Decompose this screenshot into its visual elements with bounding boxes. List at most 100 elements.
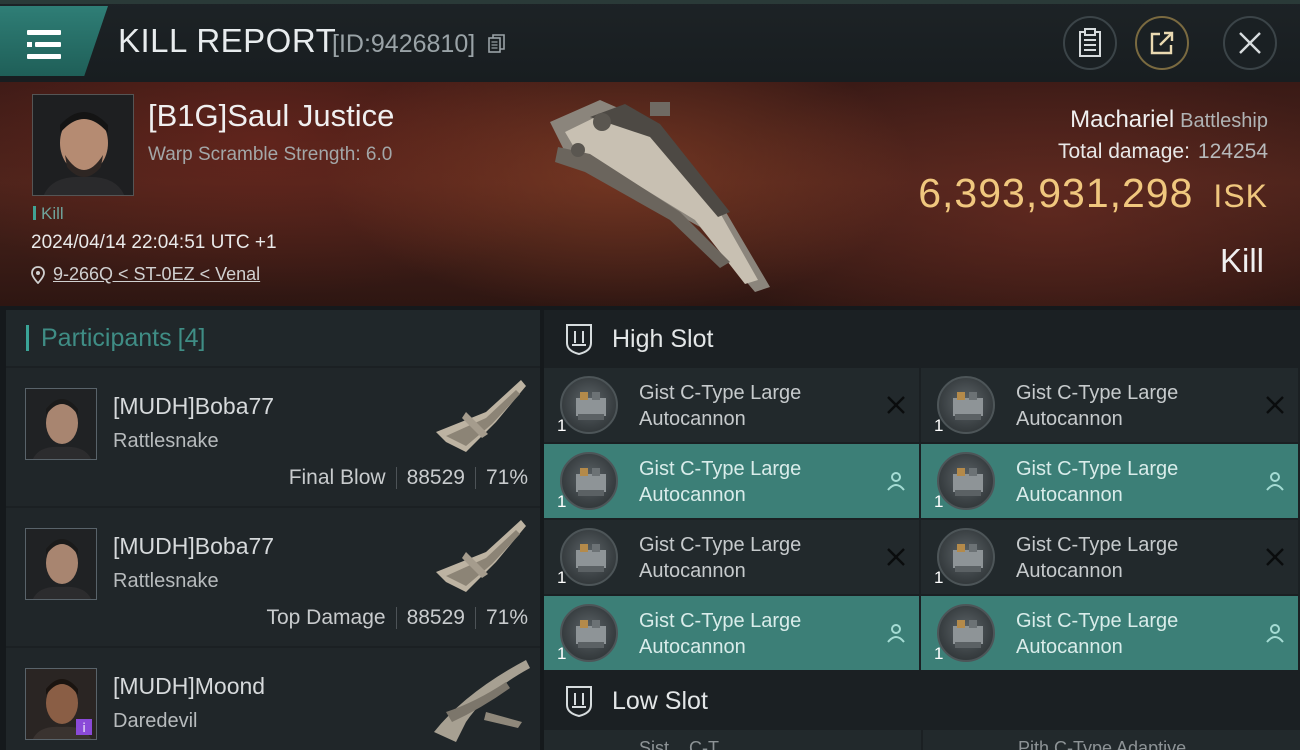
module-name-line1: Gist C-Type Large (639, 610, 802, 632)
module-name: Gist C-Type Large Autocannon (1016, 532, 1236, 584)
low-slot-module[interactable]: Pith C-Type Adaptive (923, 730, 1300, 750)
high-slot-module[interactable]: 1 Gist C-Type Large Autocannon (921, 368, 1298, 442)
module-quantity: 1 (934, 644, 944, 663)
destroyed-x-icon (885, 546, 907, 568)
participant-ship-image (436, 520, 526, 592)
high-slot-module[interactable]: 1 Gist C-Type Large Autocannon (921, 444, 1298, 518)
kill-location[interactable]: 9-266Q < ST-0EZ < Venal (31, 264, 260, 285)
victim-avatar[interactable] (32, 94, 134, 196)
module-name: Gist C-Type Large Autocannon (1016, 380, 1236, 432)
module-name-line2: Autocannon (639, 484, 746, 506)
share-button[interactable] (1135, 16, 1189, 70)
high-slot-header: High Slot (544, 310, 1300, 368)
high-slot-modules: 1 Gist C-Type Large Autocannon 1 Gist C-Type… (544, 368, 1300, 670)
report-id: [ID:9426810] (332, 30, 476, 58)
location-link[interactable]: 9-266Q < ST-0EZ < Venal (53, 264, 260, 285)
low-slot-header: Low Slot (544, 672, 1300, 730)
high-slot-module[interactable]: 1 Gist C-Type Large Autocannon (921, 520, 1298, 594)
module-quantity: 1 (934, 416, 944, 435)
dropped-person-icon (1264, 470, 1286, 492)
autocannon-icon (560, 376, 618, 434)
participant-row[interactable]: [MUDH]Boba77 Rattlesnake Top Damage 8852… (6, 508, 540, 646)
participant-avatar[interactable] (25, 388, 97, 460)
module-name-line2: Autocannon (1016, 636, 1123, 658)
participant-ship: Rattlesnake (113, 430, 219, 452)
clipboard-icon (1079, 28, 1101, 57)
autocannon-icon (937, 528, 995, 586)
close-icon (1239, 32, 1261, 54)
warp-scramble-strength: Warp Scramble Strength: 6.0 (148, 144, 393, 165)
participant-role: Final Blow (288, 466, 386, 489)
high-slot-module[interactable]: 1 Gist C-Type Large Autocannon (544, 368, 919, 442)
victim-ship-image (550, 100, 770, 292)
high-slot-module[interactable]: 1 Gist C-Type Large Autocannon (544, 444, 919, 518)
participants-count: [4] (177, 323, 206, 352)
module-name-line1: Gist C-Type Large (1016, 458, 1179, 480)
participants-panel: Participants [4] [MUDH]Boba77 Rattlesnak… (6, 310, 540, 750)
high-slot-label: High Slot (612, 324, 714, 353)
dropped-person-icon (1264, 622, 1286, 644)
module-name-line2: Autocannon (639, 636, 746, 658)
ship-name: Machariel (1070, 106, 1175, 133)
module-name: Gist C-Type Large Autocannon (639, 608, 859, 660)
total-damage: Total damage: 124254 (1058, 140, 1268, 164)
copy-icon[interactable] (488, 34, 506, 54)
participant-row[interactable]: [MUDH]Boba77 Rattlesnake Final Blow 8852… (6, 368, 540, 506)
kill-result: Kill (1219, 242, 1264, 279)
participant-damage: 88529 (406, 466, 465, 489)
module-name-line2: Autocannon (1016, 484, 1123, 506)
clipboard-button[interactable] (1063, 16, 1117, 70)
participant-avatar[interactable]: i (25, 668, 97, 740)
module-name-line1: Gist C-Type Large (639, 534, 802, 556)
autocannon-icon (937, 376, 995, 434)
low-slot-modules: Sist... C-T... Pith C-Type Adaptive (544, 730, 1300, 750)
isk-value: 6,393,931,298 ISK (918, 170, 1268, 217)
participant-name[interactable]: [MUDH]Boba77 (113, 393, 274, 420)
participant-role: Top Damage (266, 606, 386, 629)
destroyed-x-icon (1264, 394, 1286, 416)
module-name-line2: Autocannon (639, 560, 746, 582)
module-name: Sist... C-T... (639, 738, 733, 750)
high-slot-module[interactable]: 1 Gist C-Type Large Autocannon (544, 596, 919, 670)
participant-name[interactable]: [MUDH]Boba77 (113, 533, 274, 560)
high-slot-module[interactable]: 1 Gist C-Type Large Autocannon (921, 596, 1298, 670)
kill-type-tag: Kill (33, 204, 64, 224)
participant-ship-image (434, 660, 530, 742)
menu-button[interactable] (0, 6, 108, 76)
menu-icon (27, 30, 63, 60)
total-damage-label: Total damage: (1058, 140, 1190, 163)
share-icon (1150, 31, 1174, 55)
destroyed-x-icon (885, 394, 907, 416)
module-quantity: 1 (934, 492, 944, 511)
module-name-line2: Autocannon (639, 408, 746, 430)
participant-percent: 71% (485, 606, 528, 629)
participant-stats: Top Damage 88529 71% (266, 606, 528, 630)
module-name: Gist C-Type Large Autocannon (639, 532, 859, 584)
participant-row[interactable]: i [MUDH]Moond Daredevil (6, 648, 540, 750)
module-name: Gist C-Type Large Autocannon (639, 380, 859, 432)
autocannon-icon (560, 528, 618, 586)
low-slot-module[interactable]: Sist... C-T... (544, 730, 921, 750)
kill-timestamp: 2024/04/14 22:04:51 UTC +1 (31, 232, 277, 253)
fitting-panel: High Slot 1 Gist C-Type Large Autocannon 1 G… (544, 310, 1300, 750)
victim-ship[interactable]: Machariel Battleship (1070, 106, 1268, 134)
autocannon-icon (937, 604, 995, 662)
module-name-line2: Autocannon (1016, 408, 1123, 430)
module-quantity: 1 (557, 568, 567, 587)
autocannon-icon (560, 604, 618, 662)
close-button[interactable] (1223, 16, 1277, 70)
participants-label: Participants (41, 323, 172, 352)
module-quantity: 1 (557, 416, 567, 435)
victim-name[interactable]: [B1G]Saul Justice (148, 98, 394, 134)
participant-name[interactable]: [MUDH]Moond (113, 673, 265, 700)
module-name-line1: Gist C-Type Large (1016, 382, 1179, 404)
location-pin-icon (31, 265, 45, 284)
participant-ship-image (436, 380, 526, 452)
header-bar: KILL REPORT [ID:9426810] (0, 0, 1300, 82)
module-name: Gist C-Type Large Autocannon (1016, 456, 1236, 508)
destroyed-x-icon (1264, 546, 1286, 568)
high-slot-module[interactable]: 1 Gist C-Type Large Autocannon (544, 520, 919, 594)
participant-damage: 88529 (406, 606, 465, 629)
participant-avatar[interactable] (25, 528, 97, 600)
dropped-person-icon (885, 622, 907, 644)
